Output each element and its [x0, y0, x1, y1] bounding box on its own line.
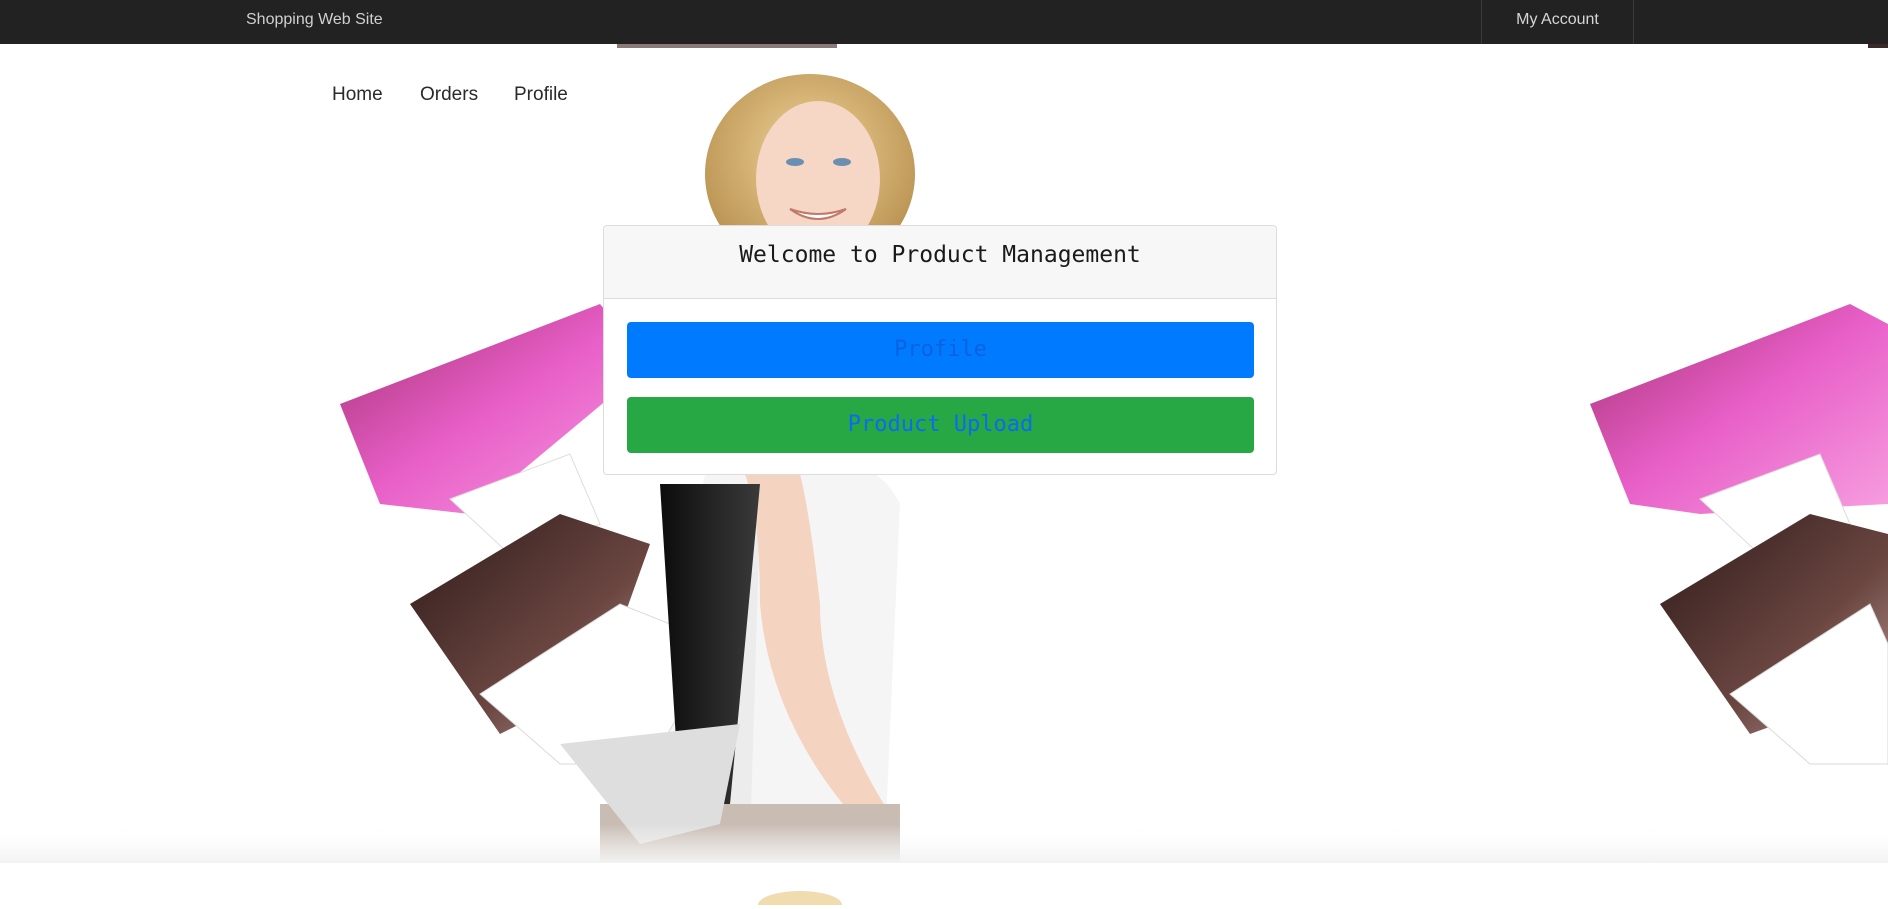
product-management-card: Welcome to Product Management Profile Pr…: [603, 225, 1277, 475]
brand-title[interactable]: Shopping Web Site: [246, 0, 383, 44]
product-upload-button[interactable]: Product Upload: [627, 397, 1254, 453]
next-slide-preview: [758, 891, 842, 909]
card-title: Welcome to Product Management: [604, 226, 1276, 299]
top-navbar: Shopping Web Site My Account: [0, 0, 1888, 44]
bottom-strip: [0, 863, 1888, 909]
my-account-link[interactable]: My Account: [1481, 0, 1634, 44]
nav-orders[interactable]: Orders: [420, 84, 478, 106]
nav-home[interactable]: Home: [332, 84, 383, 106]
profile-button[interactable]: Profile: [627, 322, 1254, 378]
nav-profile[interactable]: Profile: [514, 84, 568, 106]
